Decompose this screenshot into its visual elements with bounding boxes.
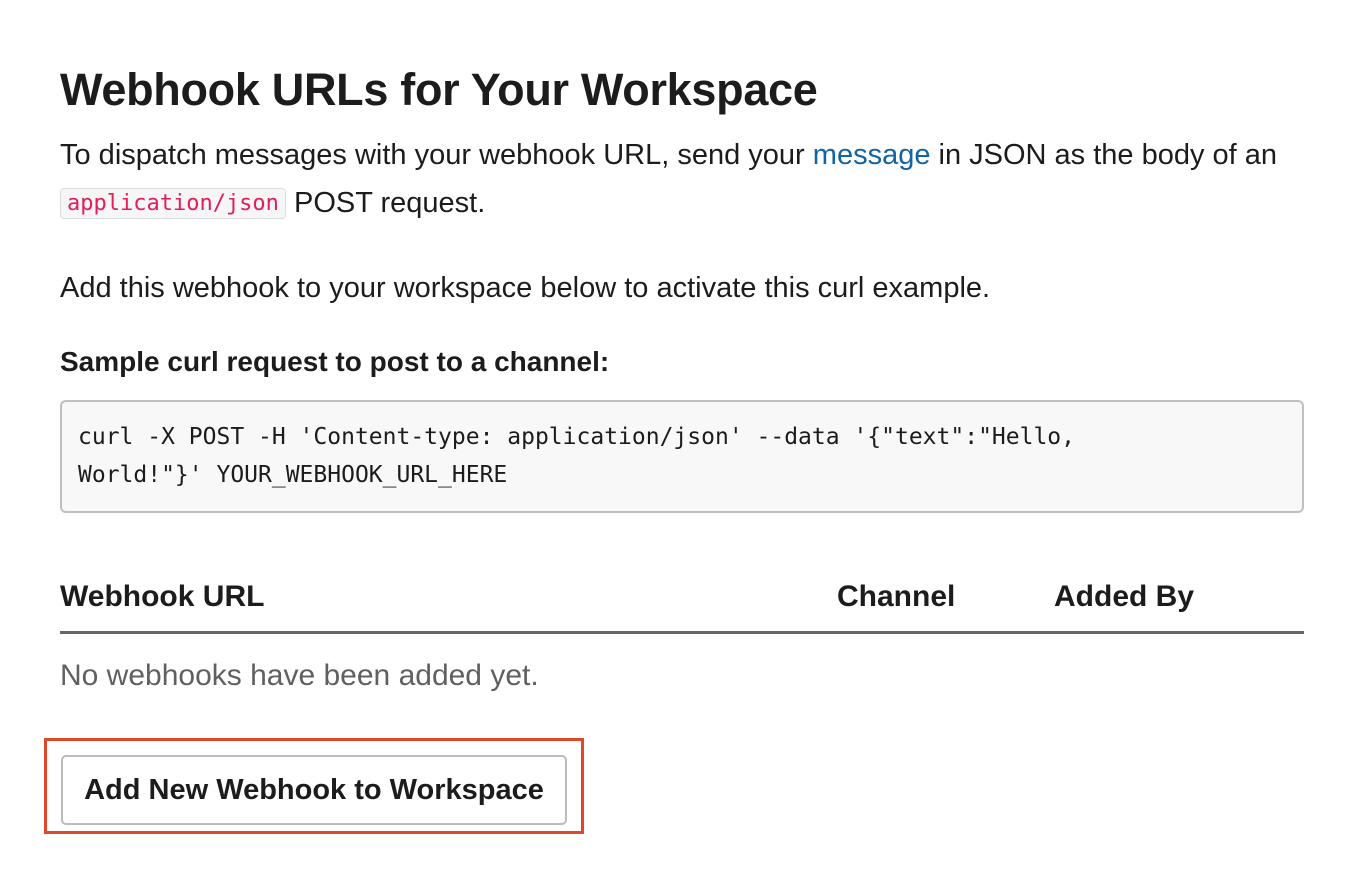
page-title: Webhook URLs for Your Workspace xyxy=(60,64,818,115)
add-webhook-button[interactable]: Add New Webhook to Workspace xyxy=(61,755,567,825)
empty-state-message: No webhooks have been added yet. xyxy=(60,659,539,692)
webhooks-table: Webhook URL Channel Added By No webhooks… xyxy=(60,569,1304,696)
column-webhook-url: Webhook URL xyxy=(60,580,265,613)
intro-text-middle: in JSON as the body of an xyxy=(930,139,1278,171)
sample-heading: Sample curl request to post to a channel… xyxy=(60,346,610,377)
table-header: Webhook URL Channel Added By xyxy=(60,569,1304,634)
column-added-by: Added By xyxy=(1054,580,1195,613)
column-channel: Channel xyxy=(837,580,956,613)
intro-text-end: POST request. xyxy=(285,187,486,219)
sample-curl-code[interactable]: curl -X POST -H 'Content-type: applicati… xyxy=(60,400,1304,513)
add-button-highlight: Add New Webhook to Workspace xyxy=(44,738,584,834)
message-link[interactable]: message xyxy=(813,139,931,171)
webhook-page: Webhook URLs for Your Workspace To dispa… xyxy=(60,58,1304,696)
activate-instructions: Add this webhook to your workspace below… xyxy=(60,272,991,304)
content-type-code: application/json xyxy=(60,188,286,219)
intro-paragraph: To dispatch messages with your webhook U… xyxy=(60,131,1304,230)
intro-text-start: To dispatch messages with your webhook U… xyxy=(60,139,813,171)
